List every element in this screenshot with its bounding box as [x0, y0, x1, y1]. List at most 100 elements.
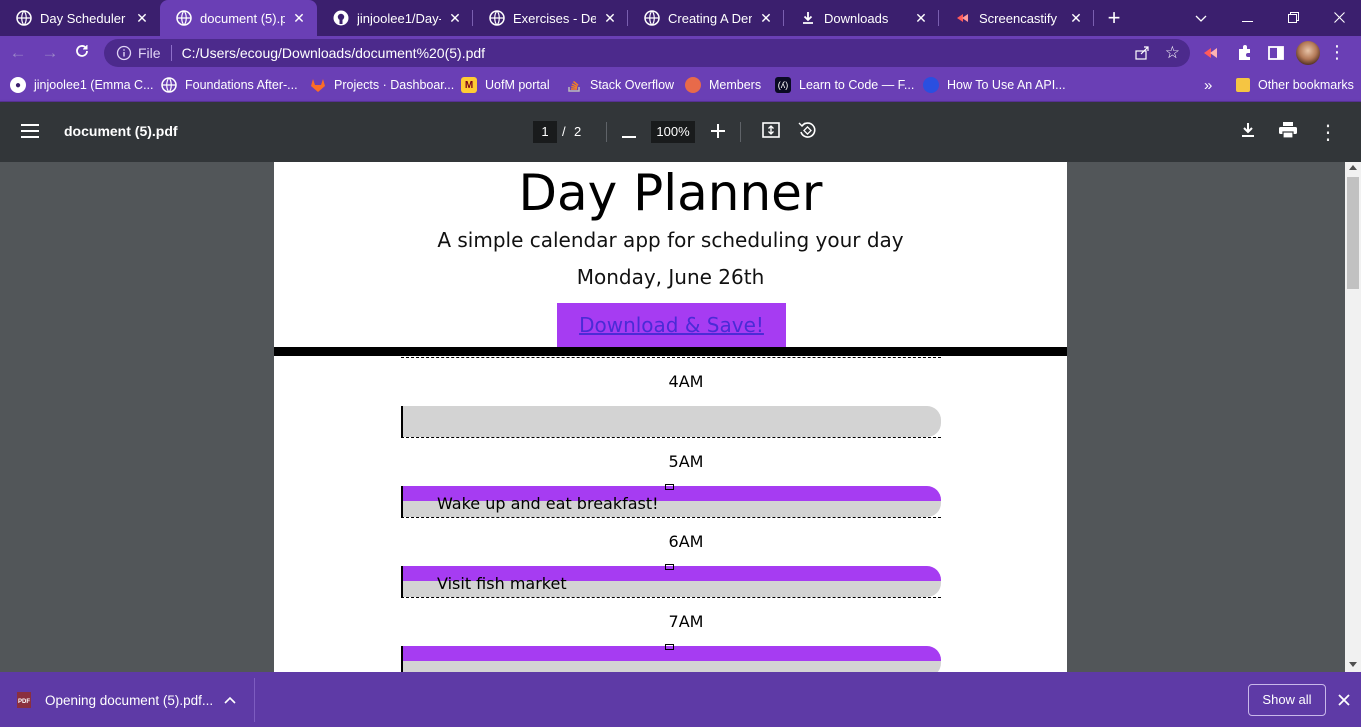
- chevron-double-right-icon: »: [1204, 76, 1213, 94]
- close-shelf-icon[interactable]: [1338, 693, 1350, 706]
- close-window-button[interactable]: [1316, 0, 1361, 36]
- bookmark-label: Other bookmarks: [1258, 78, 1354, 92]
- back-button[interactable]: ←: [6, 41, 30, 65]
- side-panel-icon[interactable]: [1267, 44, 1285, 62]
- github-icon: [333, 10, 349, 26]
- tab-title: Downloads: [824, 10, 889, 26]
- star-icon[interactable]: ☆: [1165, 43, 1180, 63]
- avatar[interactable]: [1296, 41, 1320, 65]
- tab-document-pdf[interactable]: document (5).pdf ✕: [160, 0, 317, 36]
- close-icon: [1333, 10, 1345, 26]
- menu-icon: ⋮: [1318, 121, 1338, 144]
- scheme-label: File: [138, 45, 161, 61]
- fit-page-button[interactable]: [759, 120, 783, 144]
- close-icon[interactable]: ✕: [134, 10, 150, 26]
- chevron-up-icon[interactable]: [224, 691, 238, 705]
- new-tab-button[interactable]: +: [1092, 0, 1136, 36]
- address-bar[interactable]: File C:/Users/ecoug/Downloads/document%2…: [104, 39, 1190, 67]
- rotate-button[interactable]: [795, 120, 819, 144]
- tab-screencastify[interactable]: Screencastify ✕: [939, 0, 1094, 36]
- close-icon[interactable]: ✕: [758, 10, 774, 26]
- share-icon[interactable]: [1134, 45, 1150, 61]
- show-all-button[interactable]: Show all: [1248, 684, 1326, 716]
- bookmark-stackoverflow[interactable]: Stack Overflow: [566, 70, 674, 100]
- info-icon[interactable]: [116, 45, 132, 61]
- download-save-link[interactable]: Download & Save!: [557, 303, 786, 347]
- scroll-up-arrow-icon[interactable]: [1349, 165, 1357, 170]
- menu-icon[interactable]: ⋮: [1328, 42, 1346, 63]
- freecodecamp-icon: (ʎ): [775, 77, 791, 93]
- download-icon: [800, 10, 816, 26]
- pdf-viewer[interactable]: Day Planner A simple calendar app for sc…: [0, 162, 1345, 672]
- bookmark-uofm[interactable]: M UofM portal: [461, 70, 550, 100]
- tab-github-repo[interactable]: jinjoolee1/Day-pl ✕: [317, 0, 473, 36]
- fit-page-icon: [762, 121, 780, 143]
- event-text: Wake up and eat breakfast!: [437, 494, 659, 513]
- tab-exercises[interactable]: Exercises - Devm ✕: [473, 0, 628, 36]
- restore-button[interactable]: [1270, 0, 1316, 36]
- zoom-input[interactable]: 100%: [651, 121, 695, 143]
- reload-button[interactable]: [70, 41, 94, 65]
- download-status: Opening document (5).pdf...: [45, 693, 214, 708]
- bookmark-freecodecamp[interactable]: (ʎ) Learn to Code — F...: [775, 70, 914, 100]
- plus-icon: [711, 122, 725, 143]
- bookmark-label: How To Use An API...: [947, 78, 1066, 92]
- tab-day-scheduler[interactable]: Day Scheduler ✕: [0, 0, 160, 36]
- scroll-down-arrow-icon[interactable]: [1349, 662, 1357, 667]
- members-icon: [685, 77, 701, 93]
- zoom-in-button[interactable]: [706, 120, 730, 144]
- save-handle-icon[interactable]: [665, 484, 674, 490]
- tab-search-button[interactable]: [1178, 0, 1224, 36]
- save-handle-icon[interactable]: [665, 644, 674, 650]
- bookmark-api[interactable]: How To Use An API...: [923, 70, 1066, 100]
- zoom-out-button[interactable]: [617, 120, 641, 144]
- extensions-icon[interactable]: [1236, 44, 1254, 62]
- bookmark-label: UofM portal: [485, 78, 550, 92]
- bookmark-github[interactable]: ● jinjoolee1 (Emma C...: [10, 70, 154, 100]
- save-handle-icon[interactable]: [665, 564, 674, 570]
- globe-icon: [644, 10, 660, 26]
- hour-label: 5AM: [668, 452, 704, 471]
- arrow-right-icon: →: [41, 43, 59, 62]
- scrollbar-thumb[interactable]: [1347, 177, 1359, 289]
- vertical-scrollbar[interactable]: [1345, 162, 1361, 672]
- api-icon: [923, 77, 939, 93]
- menu-button[interactable]: [18, 120, 42, 144]
- close-icon[interactable]: ✕: [913, 10, 929, 26]
- close-icon[interactable]: ✕: [447, 10, 463, 26]
- event-slot[interactable]: [401, 406, 941, 437]
- minimize-button[interactable]: [1224, 0, 1270, 36]
- bookmark-projects[interactable]: Projects · Dashboar...: [310, 70, 454, 100]
- bookmark-foundations[interactable]: Foundations After-...: [161, 70, 298, 100]
- pdf-file-icon: PDF: [17, 692, 31, 708]
- other-bookmarks-folder[interactable]: Other bookmarks: [1236, 70, 1354, 100]
- print-button[interactable]: [1276, 120, 1300, 144]
- globe-icon: [489, 10, 505, 26]
- event-slot[interactable]: Wake up and eat breakfast!: [401, 486, 941, 517]
- close-icon[interactable]: ✕: [602, 10, 618, 26]
- globe-icon: [16, 10, 32, 26]
- event-slot[interactable]: Visit fish market: [401, 566, 941, 597]
- tab-creating-demo[interactable]: Creating A Demo ✕: [628, 0, 784, 36]
- forward-button[interactable]: →: [38, 41, 62, 65]
- tab-downloads[interactable]: Downloads ✕: [784, 0, 939, 36]
- hour-label: 6AM: [668, 532, 704, 551]
- download-item[interactable]: PDF Opening document (5).pdf...: [0, 678, 255, 722]
- bookmark-label: Projects · Dashboar...: [334, 78, 455, 92]
- screencastify-extension-icon[interactable]: [1202, 44, 1220, 62]
- close-icon[interactable]: ✕: [291, 10, 307, 26]
- download-button[interactable]: [1236, 120, 1260, 144]
- bookmarks-overflow-button[interactable]: »: [1204, 70, 1212, 100]
- tab-title: Day Scheduler: [40, 10, 126, 26]
- time-block-6am: 6AM Visit fish market: [401, 517, 941, 597]
- dashed-divider: [401, 437, 941, 438]
- tab-title: document (5).pdf: [200, 10, 285, 26]
- page-number-input[interactable]: 1: [533, 121, 557, 143]
- bookmark-members[interactable]: Members: [685, 70, 761, 100]
- close-icon[interactable]: ✕: [1068, 10, 1084, 26]
- more-options-button[interactable]: ⋮: [1316, 120, 1340, 144]
- hamburger-icon: [21, 122, 39, 143]
- url-text[interactable]: C:/Users/ecoug/Downloads/document%20(5).…: [182, 45, 486, 61]
- dashed-divider: [401, 517, 941, 518]
- bookmark-label: Learn to Code — F...: [799, 78, 915, 92]
